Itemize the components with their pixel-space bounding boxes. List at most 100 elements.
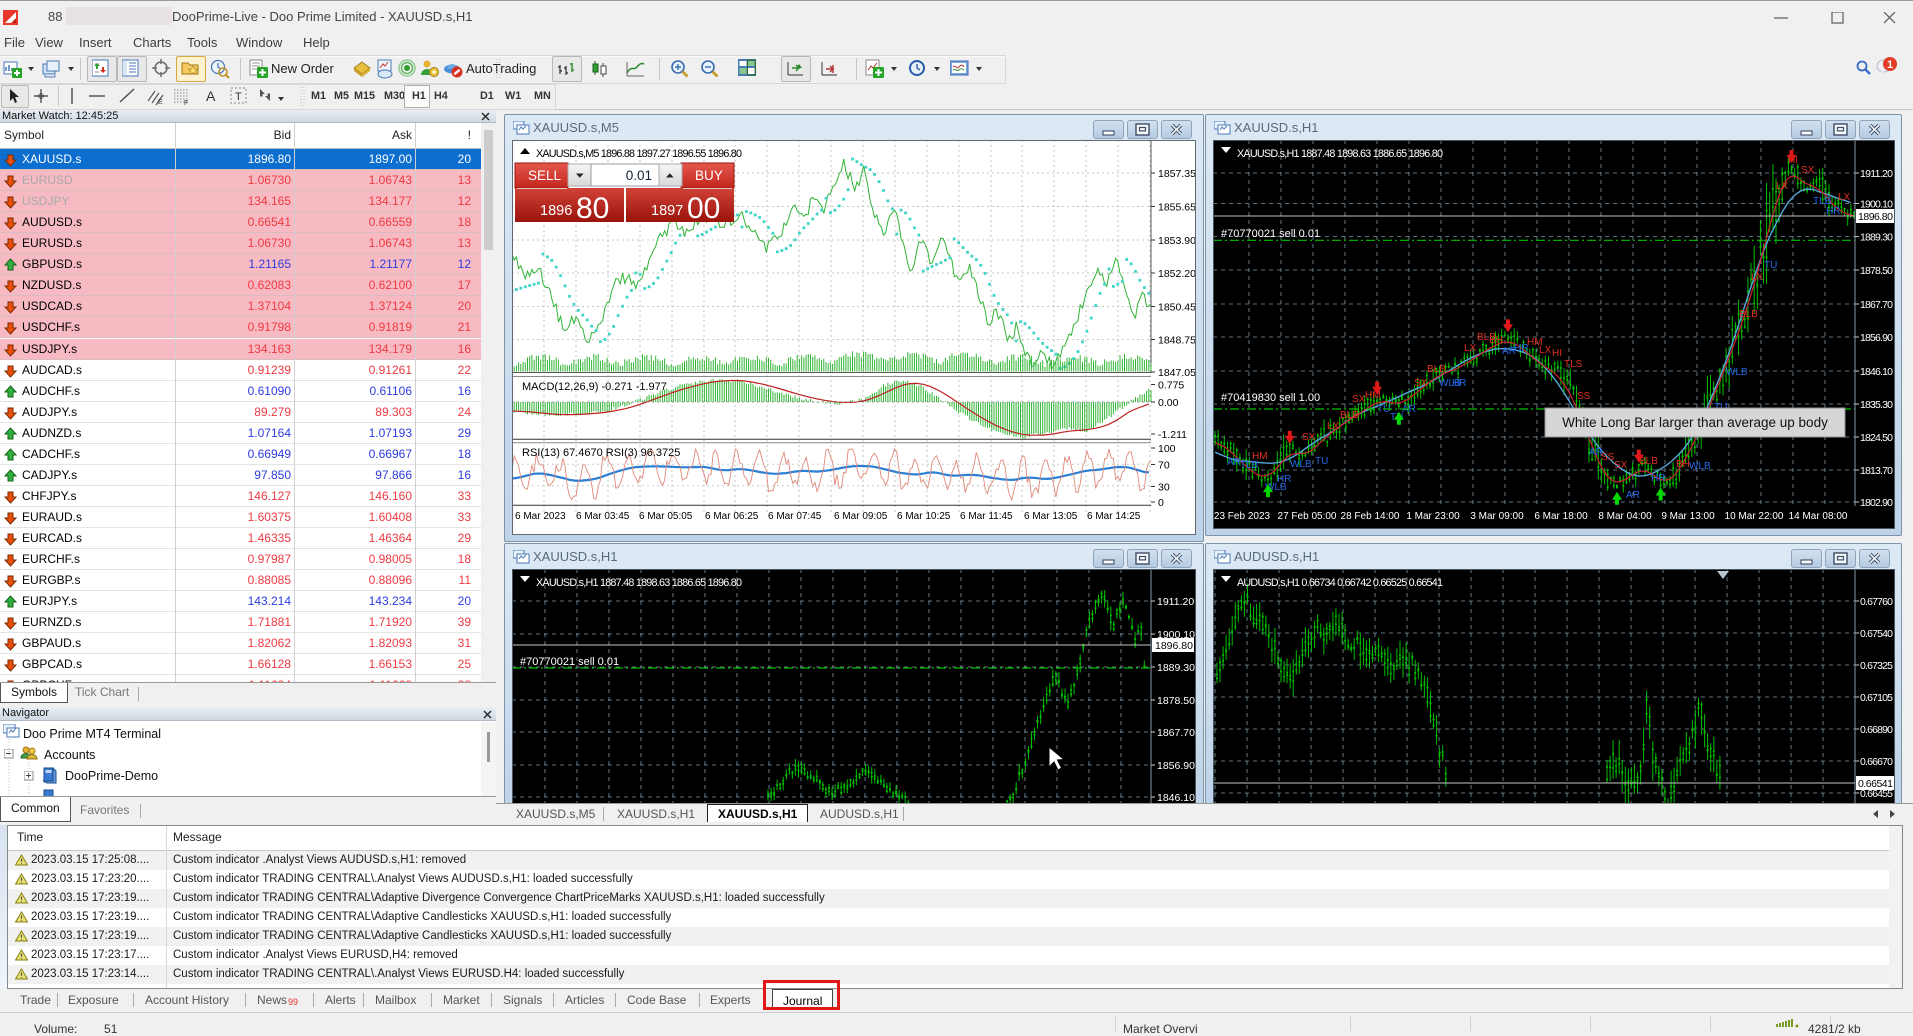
svg-text:E: E bbox=[158, 99, 163, 106]
svg-text:0.66670: 0.66670 bbox=[1860, 756, 1893, 768]
svg-text:LX: LX bbox=[1327, 421, 1340, 432]
svg-text:#70770021 sell 0.01: #70770021 sell 0.01 bbox=[1221, 228, 1320, 240]
svg-text:HR: HR bbox=[1277, 474, 1291, 485]
svg-text:SX: SX bbox=[1801, 165, 1815, 176]
svg-text:XAUUSD.s,M5 1896.88 1897.27 1: XAUUSD.s,M5 1896.88 1897.27 1896.55 1896… bbox=[536, 148, 742, 160]
svg-text:6 Mar 09:05: 6 Mar 09:05 bbox=[834, 511, 888, 522]
svg-text:00: 00 bbox=[687, 192, 720, 225]
svg-text:BH: BH bbox=[1489, 335, 1503, 346]
svg-text:LX: LX bbox=[1776, 181, 1789, 192]
svg-text:1848.75: 1848.75 bbox=[1158, 335, 1196, 347]
svg-text:LX: LX bbox=[1751, 272, 1764, 283]
svg-text:1896.80: 1896.80 bbox=[1858, 211, 1893, 223]
svg-text:HR: HR bbox=[1826, 206, 1840, 217]
svg-text:6 Mar 03:45: 6 Mar 03:45 bbox=[576, 511, 630, 522]
svg-text:6 Mar 14:25: 6 Mar 14:25 bbox=[1087, 511, 1141, 522]
svg-text:6 Mar 18:00: 6 Mar 18:00 bbox=[1534, 511, 1588, 522]
svg-text:AUDUSD.s,H1 0.66734 0.66742 0: AUDUSD.s,H1 0.66734 0.66742 0.66525 0.66… bbox=[1237, 577, 1443, 589]
svg-text:HM: HM bbox=[1252, 451, 1268, 462]
svg-text:6 Mar 07:45: 6 Mar 07:45 bbox=[768, 511, 822, 522]
svg-text:F: F bbox=[184, 100, 188, 107]
svg-text:0.67105: 0.67105 bbox=[1860, 692, 1893, 704]
svg-text:MACD(12,26,9) -0.271 -1.977: MACD(12,26,9) -0.271 -1.977 bbox=[522, 381, 667, 393]
svg-text:SX: SX bbox=[1614, 460, 1628, 471]
svg-text:TU: TU bbox=[1315, 456, 1328, 467]
svg-text:0.01: 0.01 bbox=[626, 168, 652, 183]
svg-text:1850.45: 1850.45 bbox=[1158, 302, 1196, 314]
svg-text:1856.90: 1856.90 bbox=[1157, 760, 1195, 772]
svg-text:WLB: WLB bbox=[1726, 367, 1748, 378]
svg-text:1857.35: 1857.35 bbox=[1158, 168, 1196, 180]
svg-text:AR: AR bbox=[1227, 457, 1241, 468]
svg-text:BLB: BLB bbox=[1739, 309, 1758, 320]
svg-text:1911.20: 1911.20 bbox=[1860, 168, 1893, 180]
svg-text:SX: SX bbox=[1302, 432, 1316, 443]
svg-text:0: 0 bbox=[1158, 497, 1164, 509]
svg-text:#70419830 sell 1.00: #70419830 sell 1.00 bbox=[1221, 392, 1320, 404]
svg-text:6 Mar 05:05: 6 Mar 05:05 bbox=[639, 511, 693, 522]
svg-text:LX: LX bbox=[1838, 192, 1851, 203]
svg-text:HI: HI bbox=[1552, 348, 1562, 359]
svg-text:0.67325: 0.67325 bbox=[1860, 660, 1893, 672]
svg-text:0.66890: 0.66890 bbox=[1860, 724, 1893, 736]
svg-text:10 Mar 22:00: 10 Mar 22:00 bbox=[1725, 511, 1784, 522]
svg-text:0.00: 0.00 bbox=[1158, 397, 1179, 409]
svg-text:White Long Bar larger than ave: White Long Bar larger than average up bo… bbox=[1562, 415, 1828, 430]
svg-text:1853.90: 1853.90 bbox=[1158, 235, 1196, 247]
svg-text:SX: SX bbox=[1414, 378, 1428, 389]
svg-text:LX: LX bbox=[1539, 345, 1552, 356]
svg-text:TU: TU bbox=[1764, 260, 1777, 271]
svg-text:SX: SX bbox=[1352, 394, 1366, 405]
svg-text:1835.30: 1835.30 bbox=[1860, 399, 1893, 411]
svg-text:1813.70: 1813.70 bbox=[1860, 465, 1893, 477]
svg-text:1900.10: 1900.10 bbox=[1860, 199, 1893, 211]
svg-text:BH: BH bbox=[1676, 459, 1690, 470]
svg-text:8 Mar 04:00: 8 Mar 04:00 bbox=[1598, 511, 1652, 522]
svg-text:WLB: WLB bbox=[1689, 461, 1711, 472]
svg-text:SELL: SELL bbox=[528, 168, 562, 183]
svg-text:LX: LX bbox=[1464, 343, 1477, 354]
svg-text:1852.20: 1852.20 bbox=[1158, 268, 1196, 280]
svg-text:1855.65: 1855.65 bbox=[1158, 202, 1196, 214]
svg-text:SS: SS bbox=[1577, 391, 1591, 402]
svg-text:BLB: BLB bbox=[1340, 410, 1359, 421]
svg-text:RSI(13) 67.4670 RSI(3) 96.372: RSI(13) 67.4670 RSI(3) 96.3725 bbox=[522, 447, 680, 459]
svg-text:0.67540: 0.67540 bbox=[1860, 628, 1893, 640]
svg-text:27 Feb 05:00: 27 Feb 05:00 bbox=[1278, 511, 1337, 522]
svg-text:14 Mar 08:00: 14 Mar 08:00 bbox=[1789, 511, 1848, 522]
svg-text:1 Mar 23:00: 1 Mar 23:00 bbox=[1406, 511, 1460, 522]
svg-text:0.66541: 0.66541 bbox=[1858, 778, 1893, 790]
svg-text:1824.50: 1824.50 bbox=[1860, 432, 1893, 444]
svg-text:AR: AR bbox=[1626, 490, 1640, 501]
svg-text:XAUUSD.s,H1 1887.48 1898.63 1: XAUUSD.s,H1 1887.48 1898.63 1886.65 1896… bbox=[1237, 148, 1443, 160]
svg-text:#70770021 sell 0.01: #70770021 sell 0.01 bbox=[520, 656, 619, 668]
svg-text:T: T bbox=[235, 91, 242, 103]
svg-text:1889.30: 1889.30 bbox=[1860, 232, 1893, 244]
svg-text:1846.10: 1846.10 bbox=[1157, 792, 1195, 803]
svg-text:BUY: BUY bbox=[695, 168, 723, 183]
svg-text:0.775: 0.775 bbox=[1158, 380, 1184, 392]
svg-text:1867.70: 1867.70 bbox=[1157, 727, 1195, 739]
svg-text:1: 1 bbox=[1887, 59, 1893, 71]
svg-text:100: 100 bbox=[1158, 443, 1176, 455]
svg-text:1896: 1896 bbox=[540, 203, 572, 219]
svg-text:HR: HR bbox=[1651, 473, 1665, 484]
svg-text:TLS: TLS bbox=[1564, 359, 1583, 370]
svg-text:6 Mar 10:25: 6 Mar 10:25 bbox=[897, 511, 951, 522]
svg-text:XAUUSD.s,H1 1887.48 1898.63 1: XAUUSD.s,H1 1887.48 1898.63 1886.65 1896… bbox=[536, 577, 742, 589]
svg-text:1867.70: 1867.70 bbox=[1860, 299, 1893, 311]
svg-text:1846.10: 1846.10 bbox=[1860, 366, 1893, 378]
svg-text:6 Mar 13:05: 6 Mar 13:05 bbox=[1024, 511, 1078, 522]
svg-text:9 Mar 13:00: 9 Mar 13:00 bbox=[1661, 511, 1715, 522]
svg-text:1897: 1897 bbox=[651, 203, 683, 219]
svg-text:6 Mar 06:25: 6 Mar 06:25 bbox=[705, 511, 759, 522]
svg-text:HR: HR bbox=[1452, 378, 1466, 389]
svg-text:30: 30 bbox=[1158, 482, 1170, 494]
svg-text:1856.90: 1856.90 bbox=[1860, 332, 1893, 344]
svg-text:28 Feb 14:00: 28 Feb 14:00 bbox=[1341, 511, 1400, 522]
svg-text:70: 70 bbox=[1158, 460, 1170, 472]
svg-text:3 Mar 09:00: 3 Mar 09:00 bbox=[1470, 511, 1524, 522]
svg-text:0.67760: 0.67760 bbox=[1860, 596, 1893, 608]
svg-text:23 Feb 2023: 23 Feb 2023 bbox=[1214, 511, 1271, 522]
svg-text:1802.90: 1802.90 bbox=[1860, 497, 1893, 509]
